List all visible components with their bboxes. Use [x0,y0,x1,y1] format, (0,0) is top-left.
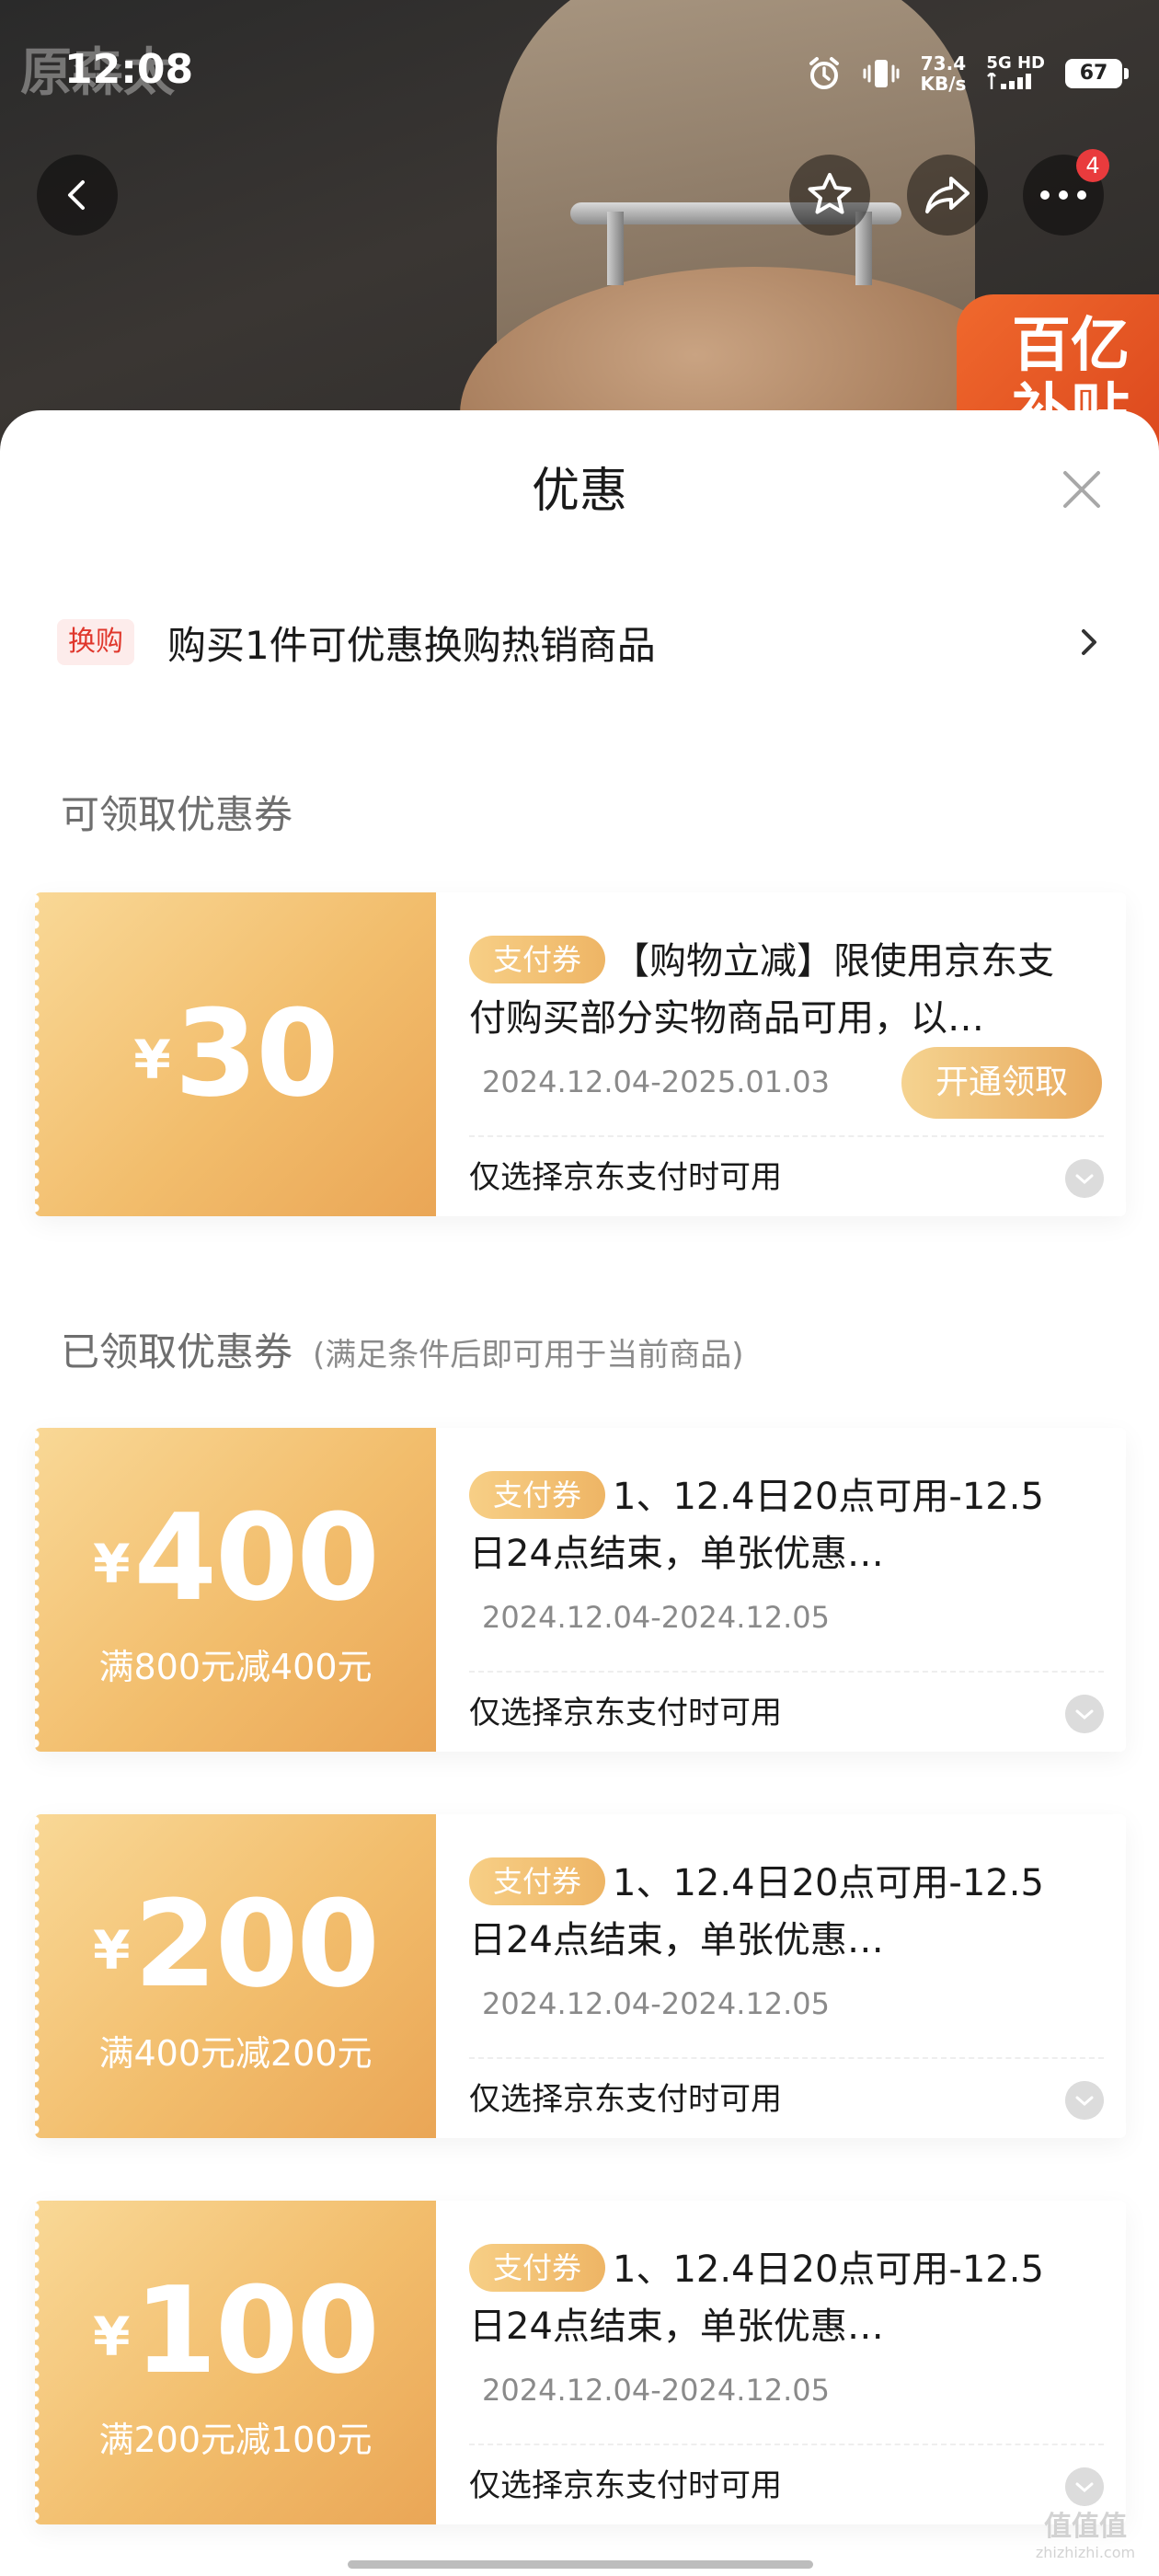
coupon-card: ¥100 满200元减100元 支付券 1、12.4日20点可用-12.5日24点… [35,2201,1126,2524]
site-watermark-url: zhizhizhi.com [1035,2544,1136,2561]
site-watermark-text: 值值值 [1044,2511,1127,2543]
promotion-sheet: 优惠 换购 购买1件可优惠换购热销商品 可领取优惠券 ¥30 支付券 【购物立减】… [0,410,1159,2576]
payment-coupon-tag: 支付券 [469,1471,606,1519]
alarm-icon [809,57,840,89]
coupon-validity: 2024.12.04-2025.01.03 [482,1064,830,1099]
coupon-amount: ¥30 [35,984,436,1122]
coupon-info: 支付券 【购物立减】限使用京东支付购买部分实物商品可用，以… 2024.12.04… [469,892,1104,1216]
back-button[interactable] [37,155,118,236]
signal-indicator: 5G HD [986,52,1045,94]
status-time: 12:08 [64,46,194,93]
coupon-card: ¥200 满400元减200元 支付券 1、12.4日20点可用-12.5日24点… [35,1814,1126,2138]
coupon-amount-value: 100 [133,2260,379,2400]
coupon-divider [469,2057,1104,2059]
coupon-info: 支付券 1、12.4日20点可用-12.5日24点结束，单张优惠… 2024.12… [469,2201,1104,2524]
coupon-amount: ¥400 [35,1489,436,1627]
chevron-right-icon [1082,629,1096,655]
chevron-down-icon[interactable] [1065,1695,1104,1733]
swap-text: 购买1件可优惠换购热销商品 [167,622,656,668]
favorite-button[interactable] [789,155,870,236]
coupon-amount-value: 200 [133,1874,379,2014]
currency-symbol: ¥ [133,1029,171,1091]
chevron-down-icon[interactable] [1065,1159,1104,1198]
coupon-amount-panel: ¥100 满200元减100元 [35,2201,436,2524]
share-button[interactable] [907,155,988,236]
coupon-condition: 满800元减400元 [98,1647,373,1687]
coupon-description-block: 支付券 1、12.4日20点可用-12.5日24点结束，单张优惠… [469,2241,1067,2355]
network-speed: 73.4 KB/s [920,53,966,94]
coupon-divider [469,1135,1104,1137]
swap-tag: 换购 [57,619,134,665]
coupon-amount-value: 400 [133,1488,379,1627]
currency-symbol: ¥ [93,2306,131,2368]
coupon-info: 支付券 1、12.4日20点可用-12.5日24点结束，单张优惠… 2024.12… [469,1814,1104,2138]
coupon-card: ¥30 支付券 【购物立减】限使用京东支付购买部分实物商品可用，以… 2024.1… [35,892,1126,1216]
coupon-divider [469,2444,1104,2445]
subsidy-badge-line1: 百亿 [1012,312,1130,380]
currency-symbol: ¥ [93,1533,131,1595]
more-dots-icon [1040,190,1086,200]
coupon-amount-value: 30 [174,983,339,1123]
battery-indicator: 67 [1065,59,1129,88]
coupon-description-block: 支付券 【购物立减】限使用京东支付购买部分实物商品可用，以… [469,933,1067,1047]
signal-label: 5G HD [986,52,1045,73]
close-icon[interactable] [1058,466,1106,513]
coupon-amount-panel: ¥400 满800元减400元 [35,1428,436,1752]
currency-symbol: ¥ [93,1919,131,1982]
claimed-coupons-title: 已领取优惠券 (满足条件后即可用于当前商品) [61,1327,744,1381]
coupon-description-block: 支付券 1、12.4日20点可用-12.5日24点结束，单张优惠… [469,1855,1067,1969]
share-icon [925,177,970,213]
coupon-amount-panel: ¥30 [35,892,436,1216]
chevron-down-icon[interactable] [1065,2081,1104,2120]
coupon-card: ¥400 满800元减400元 支付券 1、12.4日20点可用-12.5日24点… [35,1428,1126,1752]
coupon-condition: 满400元减200元 [98,2033,373,2074]
swap-purchase-row[interactable]: 换购 购买1件可优惠换购热销商品 [57,613,1106,672]
network-speed-value: 73.4 [920,52,967,75]
home-indicator[interactable] [348,2560,813,2569]
claimed-coupons-note: (满足条件后即可用于当前商品) [313,1337,744,1374]
coupon-footer: 仅选择京东支付时可用 [469,2081,782,2118]
coupon-divider [469,1671,1104,1673]
coupon-footer: 仅选择京东支付时可用 [469,1695,782,1731]
chevron-down-icon[interactable] [1065,2467,1104,2506]
more-button[interactable]: 4 [1023,149,1109,236]
chevron-left-icon [68,180,85,210]
claimed-coupons-title-text: 已领取优惠券 [61,1329,293,1374]
vibrate-icon [863,60,900,87]
more-badge-count: 4 [1076,149,1109,182]
coupon-footer: 仅选择京东支付时可用 [469,1159,782,1196]
coupon-validity: 2024.12.04-2024.12.05 [482,1986,830,2021]
coupon-validity: 2024.12.04-2024.12.05 [482,2373,830,2408]
coupon-info: 支付券 1、12.4日20点可用-12.5日24点结束，单张优惠… 2024.12… [469,1428,1104,1752]
payment-coupon-tag: 支付券 [469,2244,606,2292]
coupon-amount: ¥200 [35,1875,436,2013]
coupon-amount: ¥100 [35,2261,436,2399]
sheet-title: 优惠 [531,464,627,519]
coupon-condition: 满200元减100元 [98,2420,373,2460]
coupon-description-block: 支付券 1、12.4日20点可用-12.5日24点结束，单张优惠… [469,1468,1067,1582]
payment-coupon-tag: 支付券 [469,1857,606,1905]
coupon-amount-panel: ¥200 满400元减200元 [35,1814,436,2138]
activate-claim-button[interactable]: 开通领取 [901,1047,1102,1119]
signal-bars-icon [987,70,1032,89]
site-watermark: 值值值 zhizhizhi.com [1021,2512,1150,2572]
coupon-validity: 2024.12.04-2024.12.05 [482,1600,830,1635]
status-icons: 73.4 KB/s 5G HD 67 [806,48,1129,99]
available-coupons-title: 可领取优惠券 [61,792,293,837]
star-icon [808,173,852,214]
product-photo-handle-leg [607,212,624,285]
network-speed-unit: KB/s [920,73,967,95]
payment-coupon-tag: 支付券 [469,936,606,983]
status-bar: 原森太 12:08 73.4 KB/s 5G HD 67 [0,37,1159,103]
coupon-footer: 仅选择京东支付时可用 [469,2467,782,2504]
